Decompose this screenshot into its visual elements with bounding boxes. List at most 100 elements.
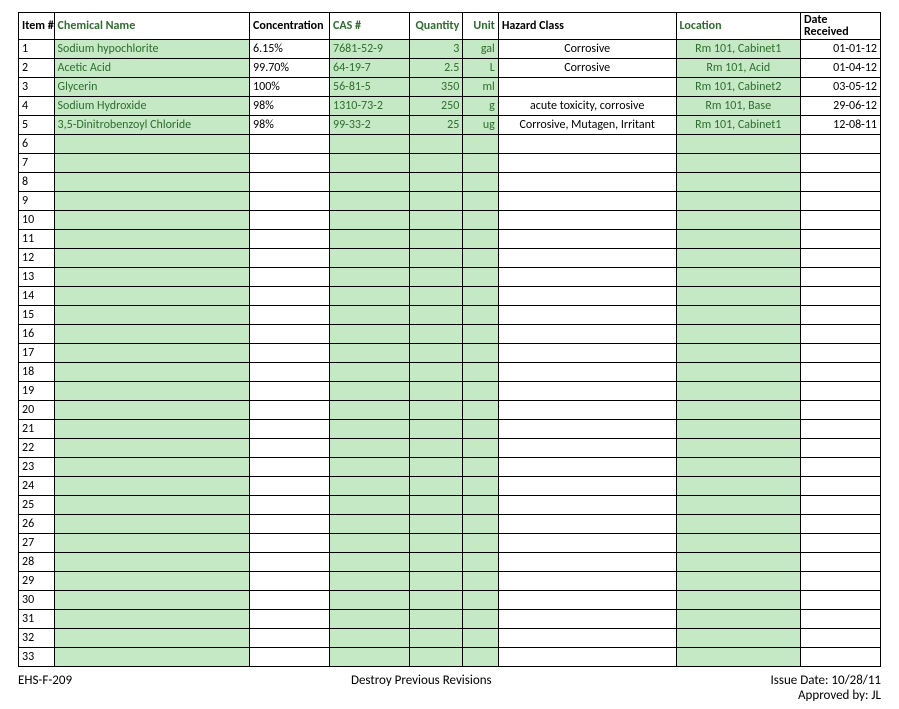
cell-conc: [250, 192, 330, 211]
cell-unit: [463, 439, 499, 458]
cell-item: 24: [19, 477, 55, 496]
cell-cas: [330, 458, 410, 477]
table-row: 23: [19, 458, 881, 477]
cell-conc: 100%: [250, 78, 330, 97]
cell-unit: [463, 401, 499, 420]
cell-date: [800, 344, 880, 363]
cell-unit: [463, 192, 499, 211]
cell-cas: [330, 439, 410, 458]
table-row: 14: [19, 287, 881, 306]
table-row: 27: [19, 534, 881, 553]
cell-date: [800, 648, 880, 667]
cell-cas: [330, 610, 410, 629]
cell-location: [676, 553, 800, 572]
cell-unit: [463, 648, 499, 667]
cell-hazard: [498, 401, 676, 420]
cell-name: [54, 249, 250, 268]
cell-date: [800, 477, 880, 496]
cell-date: [800, 211, 880, 230]
table-row: 26: [19, 515, 881, 534]
cell-conc: [250, 420, 330, 439]
cell-location: [676, 496, 800, 515]
cell-cas: [330, 363, 410, 382]
cell-conc: [250, 249, 330, 268]
cell-name: [54, 420, 250, 439]
cell-qty: [409, 515, 462, 534]
cell-cas: 56-81-5: [330, 78, 410, 97]
cell-date: [800, 306, 880, 325]
cell-item: 18: [19, 363, 55, 382]
cell-name: [54, 306, 250, 325]
cell-conc: [250, 648, 330, 667]
cell-hazard: [498, 515, 676, 534]
cell-qty: [409, 496, 462, 515]
table-row: 25: [19, 496, 881, 515]
cell-name: [54, 382, 250, 401]
cell-unit: [463, 629, 499, 648]
cell-date: [800, 629, 880, 648]
cell-location: [676, 154, 800, 173]
cell-unit: [463, 211, 499, 230]
cell-unit: [463, 173, 499, 192]
cell-name: Glycerin: [54, 78, 250, 97]
cell-name: [54, 325, 250, 344]
table-row: 18: [19, 363, 881, 382]
cell-hazard: [498, 591, 676, 610]
cell-qty: [409, 591, 462, 610]
cell-cas: [330, 230, 410, 249]
cell-qty: [409, 572, 462, 591]
cell-cas: [330, 553, 410, 572]
cell-conc: [250, 553, 330, 572]
cell-cas: [330, 572, 410, 591]
cell-qty: [409, 382, 462, 401]
cell-item: 17: [19, 344, 55, 363]
header-date-line2: Received: [804, 26, 877, 38]
cell-cas: [330, 287, 410, 306]
cell-qty: 250: [409, 97, 462, 116]
cell-date: [800, 515, 880, 534]
cell-hazard: Corrosive, Mutagen, Irritant: [498, 116, 676, 135]
cell-item: 16: [19, 325, 55, 344]
table-row: 7: [19, 154, 881, 173]
cell-name: [54, 192, 250, 211]
cell-cas: [330, 629, 410, 648]
cell-location: Rm 101, Base: [676, 97, 800, 116]
table-body: 1Sodium hypochlorite6.15%7681-52-93galCo…: [19, 40, 881, 667]
cell-conc: [250, 306, 330, 325]
cell-date: [800, 420, 880, 439]
cell-item: 11: [19, 230, 55, 249]
cell-item: 31: [19, 610, 55, 629]
cell-unit: [463, 306, 499, 325]
cell-conc: [250, 477, 330, 496]
header-unit: Unit: [463, 13, 499, 40]
cell-date: [800, 534, 880, 553]
cell-hazard: Corrosive: [498, 40, 676, 59]
cell-hazard: [498, 477, 676, 496]
cell-item: 10: [19, 211, 55, 230]
cell-qty: [409, 192, 462, 211]
cell-hazard: [498, 192, 676, 211]
cell-item: 13: [19, 268, 55, 287]
cell-hazard: [498, 420, 676, 439]
cell-date: 01-04-12: [800, 59, 880, 78]
cell-item: 25: [19, 496, 55, 515]
cell-cas: [330, 648, 410, 667]
cell-conc: [250, 135, 330, 154]
footer-right: Issue Date: 10/28/11 Approved by: JL: [771, 673, 881, 703]
cell-unit: ml: [463, 78, 499, 97]
cell-hazard: [498, 325, 676, 344]
cell-conc: [250, 610, 330, 629]
cell-hazard: [498, 78, 676, 97]
cell-date: [800, 268, 880, 287]
cell-name: Acetic Acid: [54, 59, 250, 78]
cell-hazard: [498, 496, 676, 515]
cell-qty: [409, 553, 462, 572]
cell-item: 5: [19, 116, 55, 135]
cell-conc: [250, 382, 330, 401]
cell-location: [676, 287, 800, 306]
cell-location: [676, 591, 800, 610]
table-row: 28: [19, 553, 881, 572]
table-header-row: Item # Chemical Name Concentration CAS #…: [19, 13, 881, 40]
cell-item: 29: [19, 572, 55, 591]
cell-item: 6: [19, 135, 55, 154]
